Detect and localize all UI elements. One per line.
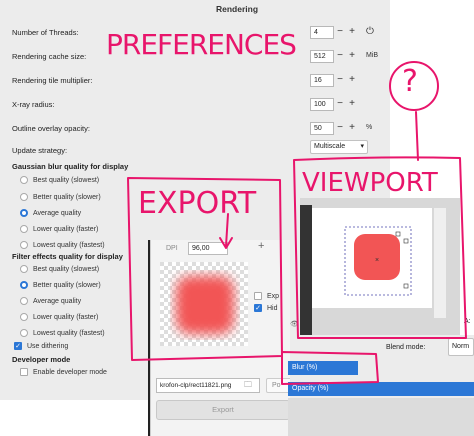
export-annotation: EXPORT [138, 186, 257, 221]
preferences-annotation: PREFERENCES [106, 28, 297, 61]
question-annotation: ? [402, 64, 418, 99]
viewport-annotation: VIEWPORT [302, 168, 438, 198]
